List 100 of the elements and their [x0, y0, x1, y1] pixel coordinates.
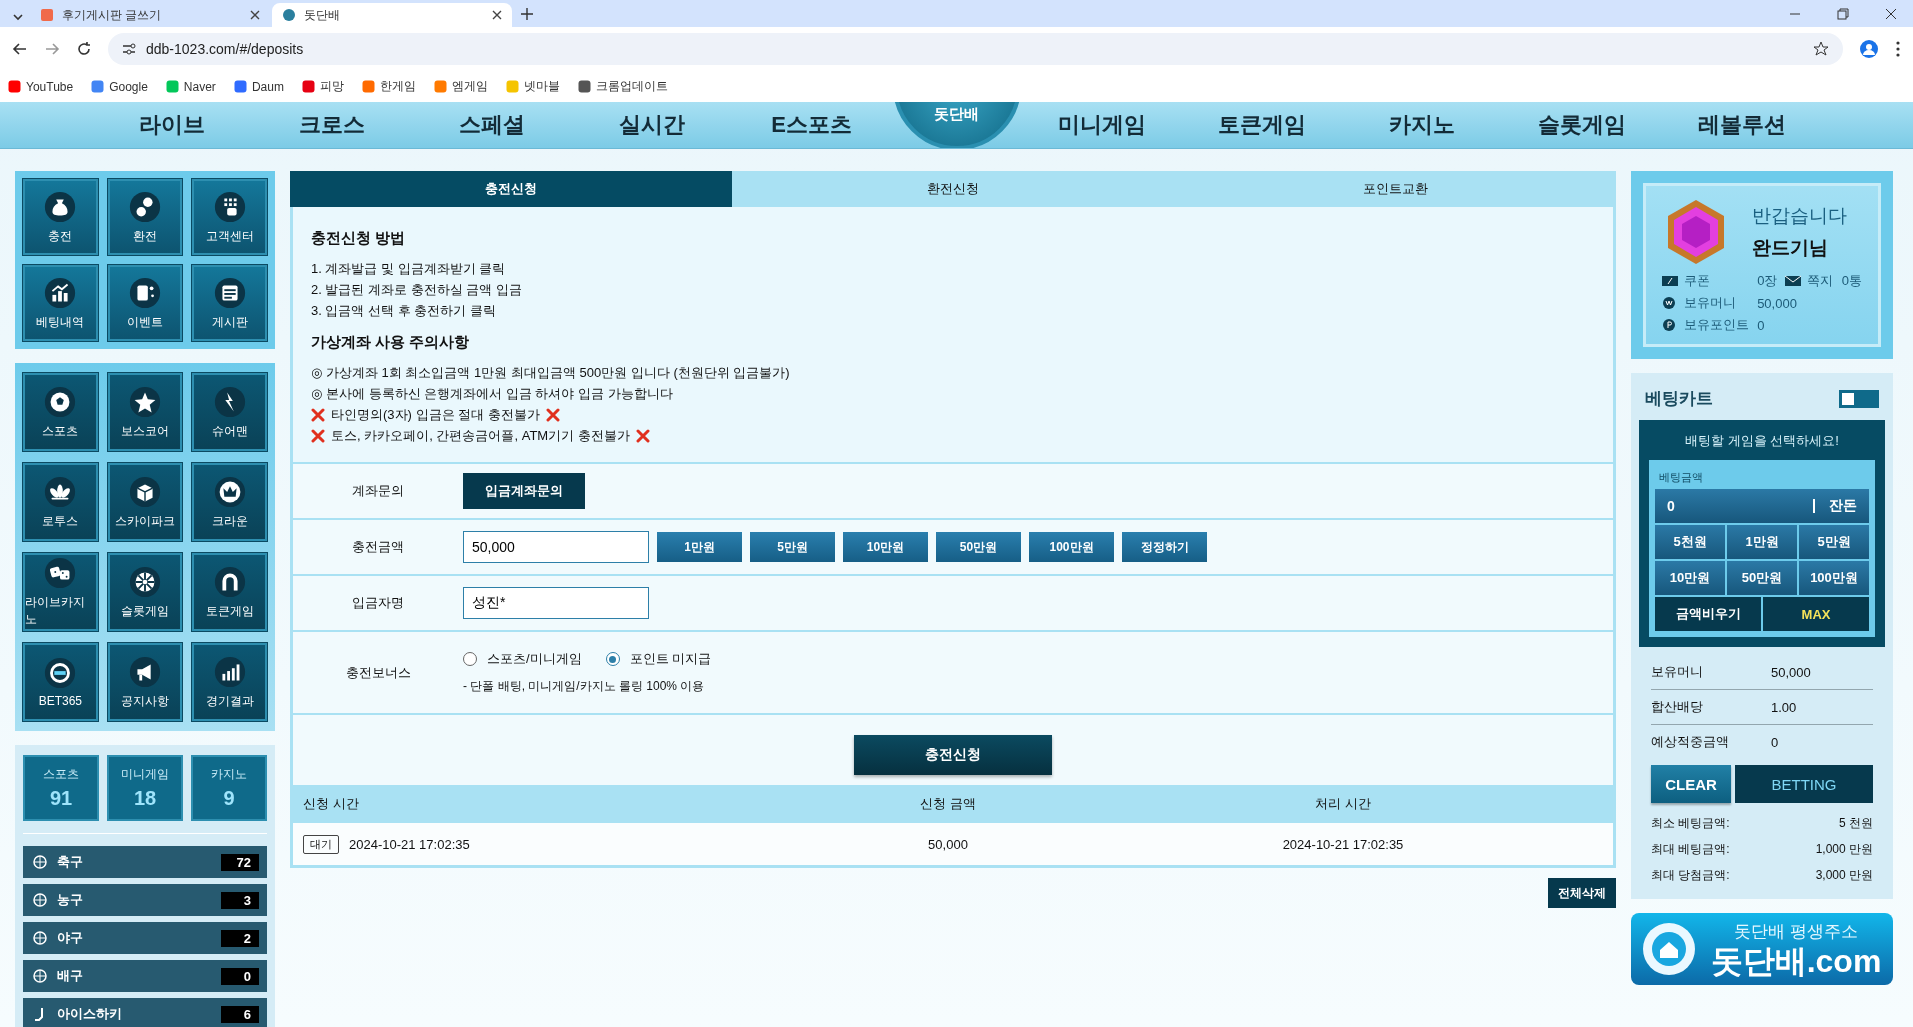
- depositor-field[interactable]: 성진*: [463, 587, 649, 619]
- restore-icon[interactable]: [1837, 7, 1849, 20]
- close-icon[interactable]: [250, 10, 260, 20]
- sport-item[interactable]: 야구 2: [23, 922, 267, 954]
- address-bar[interactable]: ddb-1023.com/#/deposits: [108, 33, 1843, 65]
- amount-button[interactable]: 5만원: [750, 532, 835, 562]
- nav-link[interactable]: 라이브: [91, 110, 252, 140]
- bookmark-link[interactable]: Google: [109, 79, 148, 94]
- clear-amount-button[interactable]: 금액비우기: [1655, 597, 1761, 631]
- game-tile[interactable]: 스카이파크: [107, 463, 183, 541]
- menu-icon[interactable]: [1895, 40, 1901, 58]
- game-tile[interactable]: 슈어맨: [192, 373, 267, 451]
- nav-link[interactable]: 레볼루션: [1661, 110, 1822, 140]
- amount-button[interactable]: 50만원: [936, 532, 1021, 562]
- amount-button[interactable]: 1만원: [657, 532, 742, 562]
- chip-button[interactable]: 100만원: [1799, 561, 1869, 595]
- game-tile[interactable]: BET365: [23, 643, 98, 721]
- game-tile[interactable]: 토큰게임: [192, 553, 267, 631]
- message-count[interactable]: 0통: [1841, 272, 1862, 290]
- amount-button[interactable]: 정정하기: [1122, 532, 1207, 562]
- account-inquiry-button[interactable]: 입금계좌문의: [463, 473, 585, 509]
- chip-button[interactable]: 5만원: [1799, 525, 1869, 559]
- nav-link[interactable]: 카지노: [1341, 110, 1502, 140]
- back-icon[interactable]: [12, 41, 28, 57]
- bookmark-link[interactable]: 크롬업데이트: [595, 78, 668, 95]
- radio-label[interactable]: 스포츠/미니게임: [487, 650, 582, 668]
- nav-link[interactable]: 토큰게임: [1181, 110, 1342, 140]
- site-settings-icon[interactable]: [122, 42, 136, 56]
- game-tile[interactable]: 크라운: [192, 463, 267, 541]
- browser-tab[interactable]: 돗단배: [272, 3, 512, 27]
- forward-icon[interactable]: [44, 41, 60, 57]
- close-icon[interactable]: [1885, 7, 1897, 20]
- coupon-count[interactable]: 0장: [1757, 272, 1778, 290]
- nav-link[interactable]: 슬롯게임: [1501, 110, 1662, 140]
- menu-tile[interactable]: 고객센터: [192, 179, 267, 255]
- sport-item[interactable]: 아이스하키 6: [23, 998, 267, 1027]
- submit-button[interactable]: 충전신청: [854, 735, 1052, 775]
- menu-tile[interactable]: 게시판: [192, 265, 267, 341]
- badge-icon: [43, 656, 78, 690]
- dots-icon: [212, 189, 247, 224]
- betting-button[interactable]: BETTING: [1735, 765, 1873, 803]
- chip-button[interactable]: 1만원: [1727, 525, 1797, 559]
- bookmark-link[interactable]: 피망: [319, 78, 344, 95]
- chip-button[interactable]: 50만원: [1727, 561, 1797, 595]
- count-tile[interactable]: 카지노 9: [191, 755, 267, 821]
- bookmark-link[interactable]: Naver: [183, 79, 216, 94]
- count-tile[interactable]: 스포츠 91: [23, 755, 99, 821]
- game-tile[interactable]: 라이브카지노: [23, 553, 98, 631]
- menu-tile[interactable]: 베팅내역: [23, 265, 98, 341]
- chip-button[interactable]: 5천원: [1655, 525, 1725, 559]
- radio-button[interactable]: [605, 652, 620, 666]
- nav-link[interactable]: 미니게임: [1021, 110, 1182, 140]
- nav-link[interactable]: 스페셜: [411, 110, 572, 140]
- star-icon[interactable]: [1813, 41, 1829, 57]
- game-tile[interactable]: 슬롯게임: [107, 553, 183, 631]
- clear-button[interactable]: CLEAR: [1651, 765, 1731, 803]
- bookmark-link[interactable]: Daum: [251, 79, 284, 94]
- profile-icon[interactable]: [1859, 39, 1879, 59]
- money-bag-icon: [43, 189, 78, 224]
- game-tile[interactable]: 공지사항: [107, 643, 183, 721]
- points-value: 0: [1757, 317, 1766, 333]
- menu-tile[interactable]: 충전: [23, 179, 98, 255]
- bet-amount-field[interactable]: 0 잔돈: [1655, 489, 1869, 523]
- bookmark-link[interactable]: 엠게임: [451, 78, 488, 95]
- address-banner[interactable]: 돗단배 평생주소 돗단배.com: [1631, 913, 1893, 985]
- sport-item[interactable]: 농구 3: [23, 884, 267, 916]
- close-icon[interactable]: [492, 10, 502, 20]
- radio-button[interactable]: [463, 652, 477, 666]
- field-label: 충전금액: [351, 538, 405, 556]
- bookmark-link[interactable]: 넷마블: [523, 78, 560, 95]
- bookmark-link[interactable]: YouTube: [26, 79, 74, 94]
- radio-label[interactable]: 포인트 미지급: [629, 650, 712, 668]
- chip-button[interactable]: 10만원: [1655, 561, 1725, 595]
- amount-button[interactable]: 100만원: [1029, 532, 1114, 562]
- amount-button[interactable]: 10만원: [843, 532, 928, 562]
- tab[interactable]: 충전신청: [290, 171, 732, 207]
- cross-icon: [311, 407, 325, 422]
- amount-field[interactable]: 50,000: [463, 531, 649, 563]
- count-tile[interactable]: 미니게임 18: [107, 755, 183, 821]
- browser-tab[interactable]: 후기게시판 글쓰기: [30, 3, 270, 27]
- ball-icon: [33, 893, 47, 907]
- sport-item[interactable]: 배구 0: [23, 960, 267, 992]
- nav-link[interactable]: E스포츠: [731, 110, 892, 140]
- reload-icon[interactable]: [76, 41, 92, 57]
- max-button[interactable]: MAX: [1763, 597, 1869, 631]
- cart-toggle[interactable]: [1839, 389, 1879, 408]
- ball-icon: [43, 384, 78, 419]
- game-tile[interactable]: 스포츠: [23, 373, 98, 451]
- bookmark-icon: [8, 80, 21, 93]
- new-tab-icon[interactable]: [520, 6, 534, 21]
- nav-link[interactable]: 크로스: [251, 110, 412, 140]
- bookmark-link[interactable]: 한게임: [379, 78, 416, 95]
- game-tile[interactable]: 경기결과: [192, 643, 267, 721]
- nav-link[interactable]: 실시간: [571, 110, 732, 140]
- game-tile[interactable]: 로투스: [23, 463, 98, 541]
- menu-tile[interactable]: 이벤트: [107, 265, 183, 341]
- sport-item[interactable]: 축구 72: [23, 846, 267, 878]
- menu-tile[interactable]: 환전: [107, 179, 183, 255]
- delete-all-button[interactable]: 전체삭제: [1548, 878, 1616, 908]
- game-tile[interactable]: 보스코어: [107, 373, 183, 451]
